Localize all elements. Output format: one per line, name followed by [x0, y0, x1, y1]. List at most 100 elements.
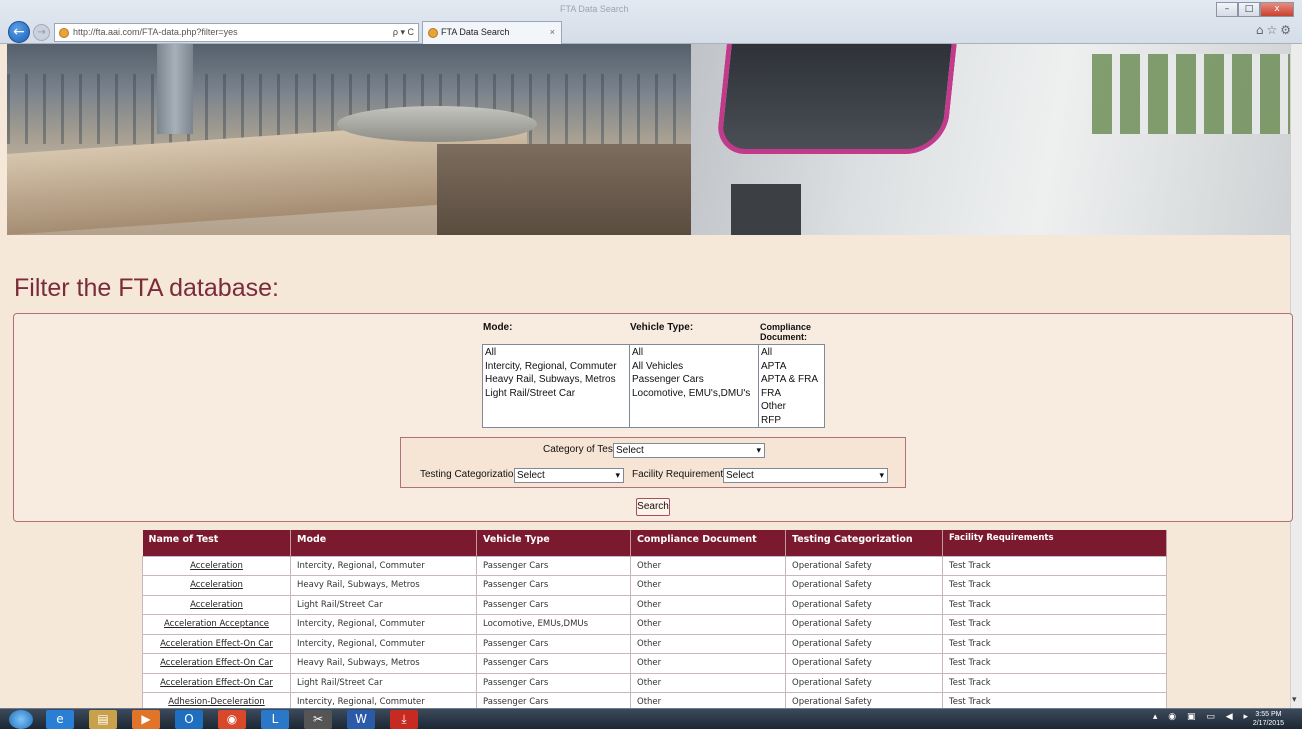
compliance-option[interactable]: FRA: [761, 387, 822, 401]
search-refresh-icons[interactable]: ρ ▾ C: [393, 24, 414, 41]
test-name-cell[interactable]: Acceleration Effect-On Car: [142, 653, 291, 674]
acrobat-icon[interactable]: ⤓: [390, 710, 418, 729]
test-name-link[interactable]: Acceleration Effect-On Car: [160, 639, 273, 649]
word-icon[interactable]: W: [347, 710, 375, 729]
tab-title: FTA Data Search: [441, 27, 510, 37]
column-header-mode[interactable]: Mode: [290, 530, 477, 556]
mode-option[interactable]: All: [485, 346, 627, 360]
window-title: FTA Data Search: [560, 4, 629, 14]
column-header-name[interactable]: Name of Test: [142, 530, 291, 556]
compliance-option[interactable]: RFP: [761, 414, 822, 428]
minimize-button[interactable]: –: [1216, 2, 1238, 17]
table-cell: Passenger Cars: [476, 575, 631, 596]
test-name-link[interactable]: Acceleration: [190, 580, 243, 590]
test-name-link[interactable]: Acceleration Effect-On Car: [160, 658, 273, 668]
banner-coupler: [731, 184, 801, 235]
ie-icon[interactable]: e: [46, 710, 74, 729]
tab-favicon-icon: [428, 28, 438, 38]
mode-option[interactable]: Intercity, Regional, Commuter: [485, 360, 627, 374]
test-name-link[interactable]: Adhesion-Deceleration: [168, 697, 264, 707]
table-row: Acceleration Heavy Rail, Subways, Metros P…: [142, 575, 1167, 596]
lync-icon[interactable]: L: [261, 710, 289, 729]
outlook-icon[interactable]: O: [175, 710, 203, 729]
address-bar[interactable]: http://fta.aai.com/FTA-data.php?filter=y…: [54, 23, 419, 42]
vehicle-type-option[interactable]: Locomotive, EMU's,DMU's: [632, 387, 756, 401]
column-header-facility[interactable]: Facility Requirements: [942, 530, 1167, 556]
test-name-cell[interactable]: Acceleration Effect-On Car: [142, 672, 291, 693]
chrome-icon[interactable]: ◉: [218, 710, 246, 729]
page-title: Filter the FTA database:: [14, 274, 279, 302]
taskbar-clock[interactable]: 3:55 PM 2/17/2015: [1253, 710, 1284, 728]
maximize-button[interactable]: □: [1238, 2, 1260, 17]
table-cell: Operational Safety: [785, 594, 943, 615]
forward-button[interactable]: →: [33, 24, 50, 41]
table-cell: Intercity, Regional, Commuter: [290, 555, 477, 576]
taskbar: e ▤ ▶ O ◉ L ✂ W ⤓ ▴ ◉ ▣ ▭ ◀ ▸ 3:55 PM 2/17/2015: [0, 708, 1302, 729]
snipping-icon[interactable]: ✂: [304, 710, 332, 729]
table-cell: Operational Safety: [785, 672, 943, 693]
test-name-cell[interactable]: Acceleration: [142, 594, 291, 615]
testing-categorization-select[interactable]: Select ▾: [514, 468, 624, 483]
compliance-option[interactable]: Other: [761, 400, 822, 414]
mode-option[interactable]: Heavy Rail, Subways, Metros: [485, 373, 627, 387]
table-cell: Other: [630, 555, 786, 576]
table-cell: Operational Safety: [785, 555, 943, 576]
column-header-compliance[interactable]: Compliance Document: [630, 530, 786, 556]
column-header-testing-categorization[interactable]: Testing Categorization: [785, 530, 943, 556]
test-name-cell[interactable]: Acceleration Acceptance: [142, 614, 291, 635]
home-favorites-settings-icons[interactable]: ⌂☆⚙: [1256, 23, 1294, 37]
mode-listbox[interactable]: All Intercity, Regional, Commuter Heavy …: [482, 344, 630, 428]
test-name-cell[interactable]: Acceleration Effect-On Car: [142, 633, 291, 654]
table-cell: Test Track: [942, 575, 1167, 596]
system-tray[interactable]: ▴ ◉ ▣ ▭ ◀ ▸: [1153, 712, 1252, 722]
test-name-link[interactable]: Acceleration Effect-On Car: [160, 678, 273, 688]
back-button[interactable]: ←: [8, 21, 30, 43]
table-row: Acceleration Light Rail/Street Car Passeng…: [142, 594, 1167, 615]
table-cell: Operational Safety: [785, 653, 943, 674]
category-of-test-select[interactable]: Select ▾: [613, 443, 765, 458]
table-cell: Light Rail/Street Car: [290, 594, 477, 615]
scroll-down-icon[interactable]: ▾: [1292, 695, 1297, 705]
column-header-vehicle-type[interactable]: Vehicle Type: [476, 530, 631, 556]
vehicle-type-listbox[interactable]: All All Vehicles Passenger Cars Locomoti…: [629, 344, 759, 428]
media-icon[interactable]: ▶: [132, 710, 160, 729]
mode-option[interactable]: Light Rail/Street Car: [485, 387, 627, 401]
explorer-icon[interactable]: ▤: [89, 710, 117, 729]
tab-close-icon[interactable]: ×: [550, 22, 555, 43]
test-name-cell[interactable]: Acceleration: [142, 575, 291, 596]
table-cell: Test Track: [942, 555, 1167, 576]
compliance-option[interactable]: All: [761, 346, 822, 360]
compliance-document-label: Compliance Document:: [760, 322, 812, 342]
vehicle-type-option[interactable]: All: [632, 346, 756, 360]
close-button[interactable]: x: [1260, 2, 1294, 17]
table-cell: Light Rail/Street Car: [290, 672, 477, 693]
table-cell: Intercity, Regional, Commuter: [290, 614, 477, 635]
tab-fta-data-search[interactable]: FTA Data Search ×: [422, 21, 562, 44]
banner-train-cab: [715, 44, 957, 154]
facility-requirements-label: Facility Requirements:: [632, 469, 731, 480]
table-row: Acceleration Intercity, Regional, Commute…: [142, 555, 1167, 576]
navigation-row: ← → http://fta.aai.com/FTA-data.php?filt…: [0, 20, 1302, 44]
search-button[interactable]: Search: [636, 498, 670, 516]
start-button[interactable]: [9, 710, 33, 729]
test-name-link[interactable]: Acceleration: [190, 561, 243, 571]
table-cell: Test Track: [942, 653, 1167, 674]
header-banner-image: [7, 44, 1290, 235]
table-cell: Test Track: [942, 633, 1167, 654]
table-cell: Test Track: [942, 614, 1167, 635]
vehicle-type-option[interactable]: Passenger Cars: [632, 373, 756, 387]
compliance-option[interactable]: APTA: [761, 360, 822, 374]
test-name-link[interactable]: Acceleration Acceptance: [164, 619, 269, 629]
table-cell: Heavy Rail, Subways, Metros: [290, 575, 477, 596]
vehicle-type-option[interactable]: All Vehicles: [632, 360, 756, 374]
test-name-link[interactable]: Acceleration: [190, 600, 243, 610]
banner-planter: [337, 106, 537, 142]
facility-requirements-select[interactable]: Select ▾: [723, 468, 888, 483]
compliance-option[interactable]: APTA & FRA: [761, 373, 822, 387]
test-name-cell[interactable]: Acceleration: [142, 555, 291, 576]
table-cell: Test Track: [942, 594, 1167, 615]
table-cell: Other: [630, 575, 786, 596]
compliance-listbox[interactable]: All APTA APTA & FRA FRA Other RFP: [758, 344, 825, 428]
table-cell: Operational Safety: [785, 575, 943, 596]
window-controls: – □ x: [1216, 2, 1294, 17]
